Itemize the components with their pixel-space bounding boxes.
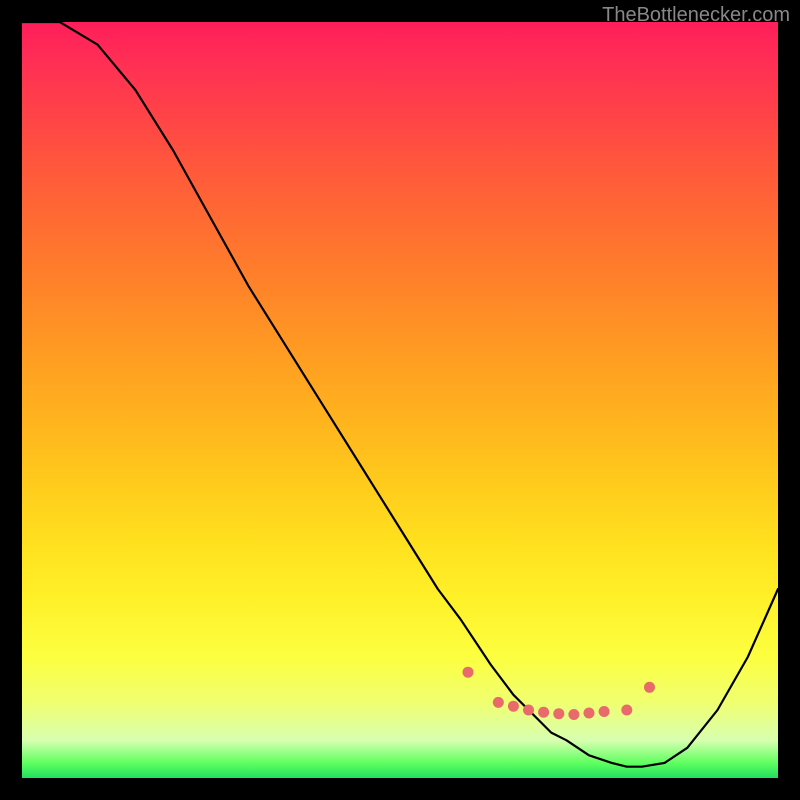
chart-marker-dot <box>463 667 474 678</box>
chart-svg <box>22 22 778 778</box>
chart-marker-dot <box>493 697 504 708</box>
chart-marker-dot <box>538 707 549 718</box>
chart-marker-dot <box>644 682 655 693</box>
chart-marker-dot <box>523 705 534 716</box>
chart-marker-dot <box>584 708 595 719</box>
chart-marker-dot <box>508 701 519 712</box>
chart-marker-dot <box>553 708 564 719</box>
watermark-text: TheBottlenecker.com <box>602 4 790 27</box>
chart-marker-dot <box>599 706 610 717</box>
chart-marker-dot <box>621 705 632 716</box>
chart-plot-area <box>22 22 778 778</box>
chart-marker-dot <box>568 709 579 720</box>
chart-curve-line <box>22 22 778 767</box>
chart-markers-group <box>463 667 656 720</box>
